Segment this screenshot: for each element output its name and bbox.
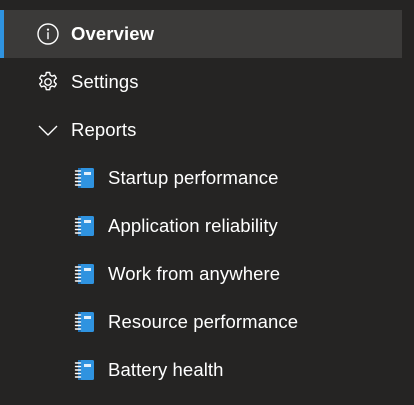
nav-item-battery-health[interactable]: Battery health xyxy=(0,346,414,394)
nav-item-resource-performance[interactable]: Resource performance xyxy=(0,298,414,346)
info-icon xyxy=(36,22,60,46)
nav-item-label: Settings xyxy=(71,71,139,92)
report-notebook-icon xyxy=(74,214,96,238)
nav-item-label: Resource performance xyxy=(108,311,299,332)
nav-item-work-from-anywhere[interactable]: Work from anywhere xyxy=(0,250,414,298)
sidebar-nav: Overview Settings Reports Startup perfor… xyxy=(0,0,414,405)
chevron-down-icon xyxy=(36,118,60,142)
nav-item-label: Overview xyxy=(71,23,155,44)
nav-item-label: Reports xyxy=(71,119,137,140)
report-notebook-icon xyxy=(74,310,96,334)
nav-item-reports[interactable]: Reports xyxy=(0,106,414,154)
nav-item-label: Work from anywhere xyxy=(108,263,281,284)
nav-item-label: Battery health xyxy=(108,359,224,380)
active-indicator xyxy=(0,10,4,58)
nav-item-overview[interactable]: Overview xyxy=(0,10,402,58)
gear-icon xyxy=(36,70,60,94)
report-notebook-icon xyxy=(74,262,96,286)
report-notebook-icon xyxy=(74,166,96,190)
nav-item-settings[interactable]: Settings xyxy=(0,58,414,106)
nav-item-label: Application reliability xyxy=(108,215,278,236)
nav-item-label: Startup performance xyxy=(108,167,279,188)
report-notebook-icon xyxy=(74,358,96,382)
nav-item-application-reliability[interactable]: Application reliability xyxy=(0,202,414,250)
nav-item-startup-performance[interactable]: Startup performance xyxy=(0,154,414,202)
